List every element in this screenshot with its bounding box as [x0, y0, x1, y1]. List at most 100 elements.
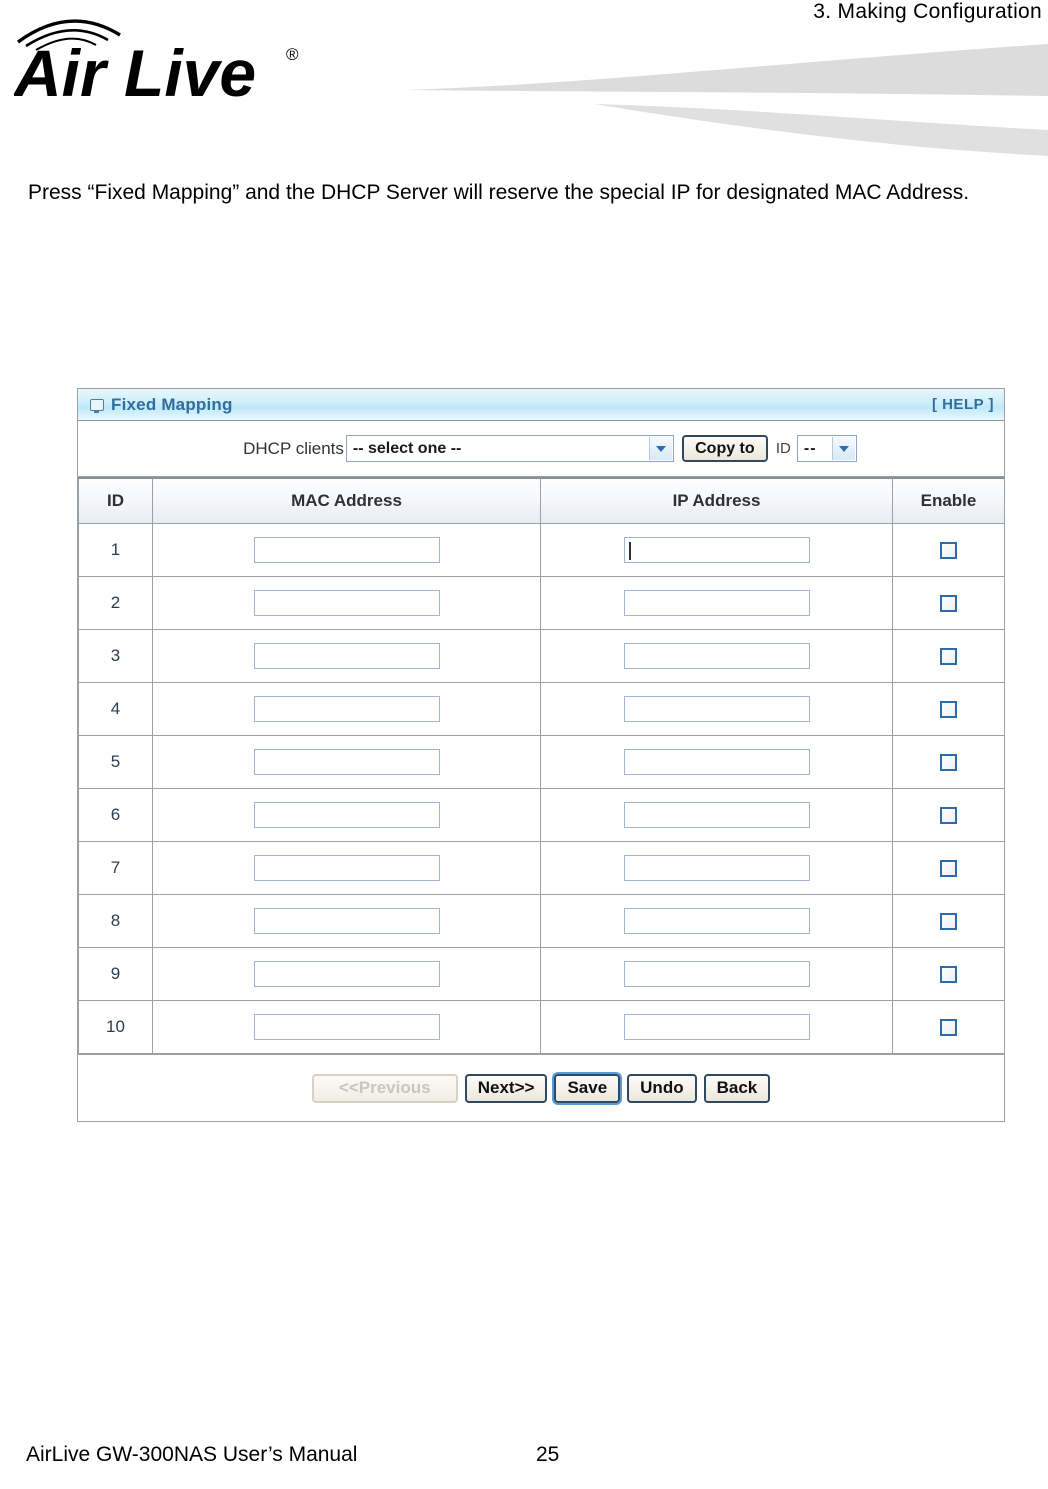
panel-footer-buttons: <<Previous Next>> Save Undo Back: [78, 1054, 1004, 1121]
table-row: 10: [78, 1000, 1005, 1054]
mac-address-input[interactable]: [253, 908, 440, 934]
ip-address-input[interactable]: [623, 537, 810, 563]
enable-checkbox[interactable]: [940, 754, 957, 772]
ip-address-input[interactable]: [623, 908, 810, 934]
next-button[interactable]: Next>>: [464, 1073, 548, 1103]
enable-checkbox[interactable]: [940, 860, 957, 878]
table-row: 2: [78, 576, 1005, 630]
mac-address-input[interactable]: [253, 696, 440, 722]
id-selected-value: --: [803, 439, 817, 457]
svg-text:®: ®: [286, 45, 299, 64]
mac-address-cell: [152, 629, 541, 683]
panel-toolbar: DHCP clients -- select one -- Copy to ID…: [78, 421, 1004, 477]
ip-address-input[interactable]: [623, 749, 810, 775]
ip-address-cell: [540, 576, 893, 630]
enable-checkbox[interactable]: [940, 701, 957, 719]
mac-address-cell: [152, 1000, 541, 1054]
ip-address-input[interactable]: [623, 1014, 810, 1040]
enable-cell: [892, 894, 1005, 948]
table-row: 9: [78, 947, 1005, 1001]
ip-address-cell: [540, 947, 893, 1001]
ip-address-input[interactable]: [623, 696, 810, 722]
mac-address-cell: [152, 576, 541, 630]
mac-address-cell: [152, 523, 541, 577]
mac-address-input[interactable]: [253, 537, 440, 563]
enable-cell: [892, 788, 1005, 842]
back-button[interactable]: Back: [703, 1073, 771, 1103]
id-select[interactable]: --: [796, 435, 857, 462]
monitor-icon: [90, 398, 104, 413]
mac-address-input[interactable]: [253, 749, 440, 775]
row-id: 4: [78, 682, 153, 736]
table-body: 1 2 3 4 5 6 7 8 9 10: [78, 523, 1005, 1054]
enable-checkbox[interactable]: [940, 595, 957, 613]
table-row: 1: [78, 523, 1005, 577]
ip-address-input[interactable]: [623, 855, 810, 881]
panel-header: Fixed Mapping [ HELP ]: [78, 389, 1004, 421]
copy-to-button[interactable]: Copy to: [681, 435, 768, 462]
svg-text:Air Live: Air Live: [14, 36, 256, 110]
dhcp-clients-selected-value: -- select one --: [352, 439, 462, 457]
row-id: 10: [78, 1000, 153, 1054]
swoosh-svg: [406, 44, 1048, 156]
row-id: 3: [78, 629, 153, 683]
mac-address-cell: [152, 841, 541, 895]
enable-checkbox[interactable]: [940, 807, 957, 825]
mac-address-input[interactable]: [253, 643, 440, 669]
ip-address-cell: [540, 841, 893, 895]
panel-title: Fixed Mapping: [111, 394, 233, 414]
enable-cell: [892, 523, 1005, 577]
mac-address-input[interactable]: [253, 1014, 440, 1040]
enable-checkbox[interactable]: [940, 913, 957, 931]
intro-paragraph: Press “Fixed Mapping” and the DHCP Serve…: [28, 181, 970, 204]
mac-address-cell: [152, 735, 541, 789]
enable-cell: [892, 576, 1005, 630]
header-decoration-swoosh: [380, 38, 1048, 160]
ip-address-cell: [540, 523, 893, 577]
ip-address-input[interactable]: [623, 802, 810, 828]
enable-cell: [892, 629, 1005, 683]
ip-address-input[interactable]: [623, 961, 810, 987]
column-header-mac: MAC Address: [152, 477, 541, 524]
mac-address-cell: [152, 894, 541, 948]
table-row: 7: [78, 841, 1005, 895]
row-id: 9: [78, 947, 153, 1001]
table-header-row: ID MAC Address IP Address Enable: [78, 477, 1005, 524]
table-row: 3: [78, 629, 1005, 683]
enable-checkbox[interactable]: [940, 1019, 957, 1037]
row-id: 1: [78, 523, 153, 577]
fixed-mapping-table: ID MAC Address IP Address Enable 1234567…: [78, 477, 1005, 1054]
row-id: 8: [78, 894, 153, 948]
mac-address-input[interactable]: [253, 802, 440, 828]
mac-address-cell: [152, 682, 541, 736]
help-link[interactable]: [ HELP ]: [932, 396, 994, 413]
table-row: 5: [78, 735, 1005, 789]
enable-checkbox[interactable]: [940, 966, 957, 984]
column-header-enable: Enable: [892, 477, 1005, 524]
airlive-logo-svg: Air Live ®: [14, 19, 299, 110]
ip-address-cell: [540, 682, 893, 736]
document-header: 3. Making Configuration Air Live ®: [0, 0, 1048, 156]
enable-checkbox[interactable]: [940, 542, 957, 560]
table-row: 6: [78, 788, 1005, 842]
ip-address-input[interactable]: [623, 590, 810, 616]
mac-address-input[interactable]: [253, 961, 440, 987]
panel-title-group: Fixed Mapping: [90, 395, 233, 415]
undo-button[interactable]: Undo: [627, 1073, 697, 1103]
dhcp-clients-select[interactable]: -- select one --: [345, 435, 674, 462]
enable-cell: [892, 735, 1005, 789]
row-id: 7: [78, 841, 153, 895]
ip-address-input[interactable]: [623, 643, 810, 669]
enable-cell: [892, 947, 1005, 1001]
ip-address-cell: [540, 629, 893, 683]
mac-address-input[interactable]: [253, 855, 440, 881]
row-id: 6: [78, 788, 153, 842]
enable-cell: [892, 682, 1005, 736]
chevron-down-icon[interactable]: [831, 437, 855, 460]
save-button[interactable]: Save: [554, 1073, 621, 1103]
mac-address-input[interactable]: [253, 590, 440, 616]
chevron-down-icon[interactable]: [648, 437, 672, 460]
mac-address-cell: [152, 947, 541, 1001]
row-id: 5: [78, 735, 153, 789]
enable-checkbox[interactable]: [940, 648, 957, 666]
